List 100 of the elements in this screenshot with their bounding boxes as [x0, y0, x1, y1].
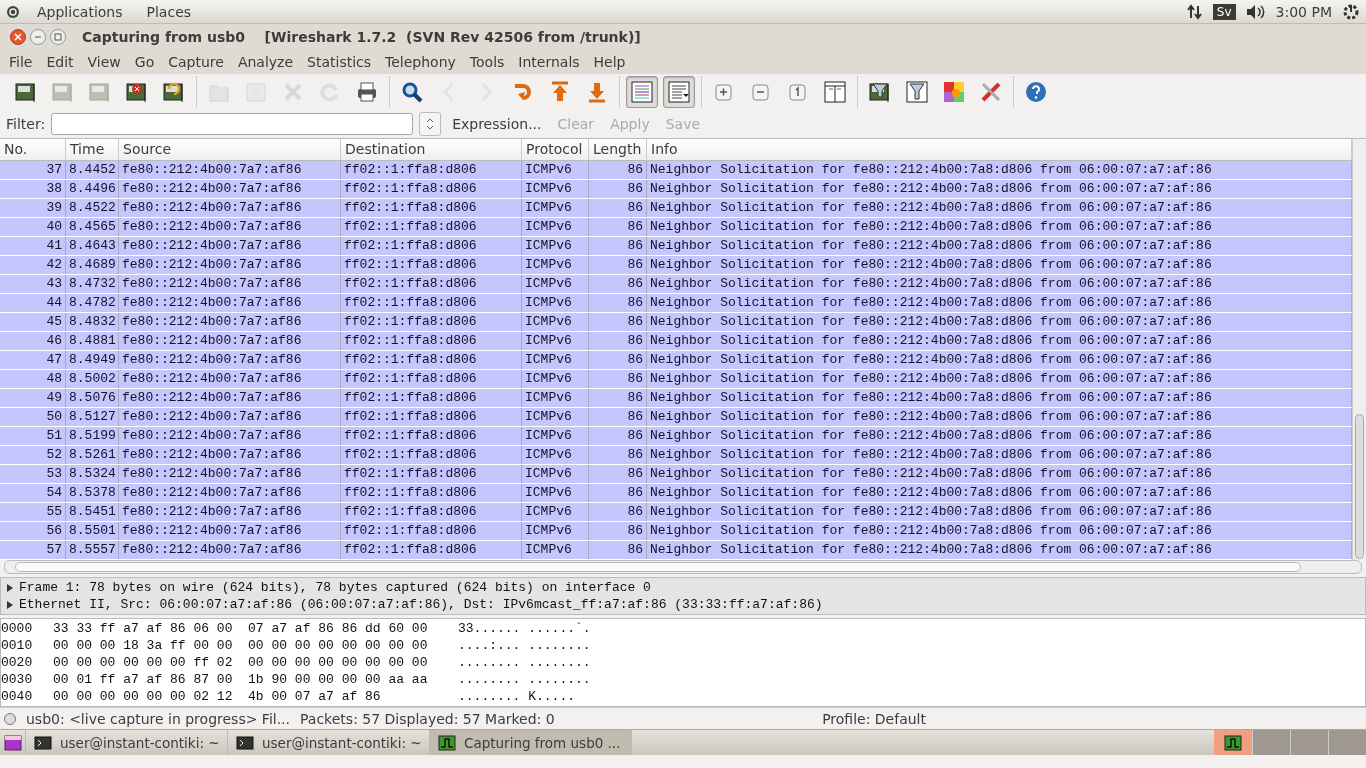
table-cell: ff02::1:ffa8:d806 [341, 199, 522, 217]
table-cell: fe80::212:4b00:7a7:af86 [119, 199, 341, 217]
menu-item[interactable]: View [80, 52, 128, 72]
table-cell: ICMPv6 [522, 332, 589, 350]
horizontal-scrollbar[interactable] [4, 560, 1362, 574]
network-arrows-icon[interactable] [1186, 3, 1203, 20]
capture-status-icon[interactable] [4, 712, 16, 725]
task-label: user@instant-contiki: ~ [60, 734, 220, 751]
table-cell: 44 [0, 294, 66, 312]
column-header[interactable]: Source [119, 139, 341, 160]
volume-icon[interactable] [1245, 3, 1266, 20]
panel-menu[interactable]: Places [139, 1, 199, 22]
table-cell: 8.4452 [66, 161, 119, 179]
expander-icon[interactable] [5, 582, 15, 593]
table-cell: 8.4881 [66, 332, 119, 350]
hex-bytes: 33 33 ff a7 af 86 06 00 07 a7 af 86 86 dd 60 00 [53, 621, 429, 636]
detail-line[interactable]: Frame 1: 78 bytes on wire (624 bits), 78 bytes captured (624 bits) on interface 0 [19, 580, 651, 595]
column-header[interactable]: Destination [341, 139, 522, 160]
table-cell: ICMPv6 [522, 503, 589, 521]
taskbar-button[interactable]: user@instant-contiki: ~ [228, 730, 430, 755]
keyboard-layout-indicator[interactable]: Sv [1212, 3, 1236, 20]
table-cell: 86 [589, 180, 647, 198]
table-cell: 86 [589, 522, 647, 540]
funnel-card-icon [868, 80, 892, 104]
table-cell: 86 [589, 484, 647, 502]
taskbar-button[interactable]: Capturing from usb0 ... [430, 730, 632, 755]
task-label: Capturing from usb0 ... [464, 734, 621, 751]
detail-line[interactable]: Ethernet II, Src: 06:00:07:a7:af:86 (06:00:07:a7:af:86), Dst: IPv6mcast_ff:a7:af:86 (33:33:ff:a7:af:86) [19, 597, 823, 612]
table-cell: ff02::1:ffa8:d806 [341, 465, 522, 483]
workspace-switcher[interactable] [1328, 730, 1366, 755]
table-cell: 56 [0, 522, 66, 540]
table-cell: ICMPv6 [522, 370, 589, 388]
clock[interactable]: 3:00 PM [1275, 3, 1332, 20]
column-header[interactable]: No. [0, 139, 66, 160]
table-cell: 48 [0, 370, 66, 388]
print-icon [355, 80, 379, 104]
column-header[interactable]: Protocol [522, 139, 589, 160]
table-cell: 86 [589, 218, 647, 236]
expander-icon[interactable] [5, 599, 15, 610]
table-cell: fe80::212:4b00:7a7:af86 [119, 522, 341, 540]
tray-indicator[interactable] [1214, 730, 1252, 755]
minimize-icon [34, 33, 42, 41]
close-button[interactable] [10, 29, 26, 45]
waveform-icon [438, 734, 456, 751]
filter-history-dropdown[interactable] [419, 112, 442, 136]
menu-item[interactable]: Edit [39, 52, 81, 72]
table-cell: ff02::1:ffa8:d806 [341, 541, 522, 559]
hex-bytes: 00 00 00 18 3a ff 00 00 00 00 00 00 00 00 00 00 [53, 638, 429, 653]
table-cell: 86 [589, 294, 647, 312]
table-cell: ICMPv6 [522, 446, 589, 464]
filter-input-field[interactable] [51, 113, 414, 135]
menu-item[interactable]: Capture [161, 52, 231, 72]
table-cell: 8.5451 [66, 503, 119, 521]
table-cell: ff02::1:ffa8:d806 [341, 332, 522, 350]
help-icon [1024, 80, 1048, 104]
table-cell: 42 [0, 256, 66, 274]
table-cell: 86 [589, 313, 647, 331]
maximize-button[interactable] [50, 29, 66, 45]
filter-action-button[interactable]: Expression... [447, 116, 547, 132]
show-desktop-icon[interactable] [3, 734, 22, 751]
ascii-bytes: 33...... ......`. [458, 621, 591, 636]
menu-item[interactable]: Internals [511, 52, 587, 72]
menu-item[interactable]: Help [586, 52, 633, 72]
panel-menu[interactable]: Applications [30, 1, 130, 22]
menu-item[interactable]: Analyze [230, 52, 301, 72]
table-cell: 8.5199 [66, 427, 119, 445]
table-cell: 8.5002 [66, 370, 119, 388]
profile-text[interactable]: Profile: Default [822, 710, 926, 727]
vertical-scrollbar[interactable] [1352, 139, 1366, 560]
table-cell: ICMPv6 [522, 199, 589, 217]
minimize-button[interactable] [30, 29, 46, 45]
menu-item[interactable]: Telephony [378, 52, 463, 72]
menu-item[interactable]: Go [127, 52, 162, 72]
column-header[interactable]: Time [66, 139, 119, 160]
column-header[interactable]: Length [589, 139, 647, 160]
terminal-icon [236, 735, 254, 750]
workspace-switcher[interactable] [1252, 730, 1290, 755]
table-cell: 43 [0, 275, 66, 293]
taskbar-button[interactable]: user@instant-contiki: ~ [26, 730, 228, 755]
table-cell: fe80::212:4b00:7a7:af86 [119, 313, 341, 331]
close-icon [14, 33, 22, 41]
table-cell: 55 [0, 503, 66, 521]
table-cell: ICMPv6 [522, 218, 589, 236]
menu-item[interactable]: Statistics [300, 52, 379, 72]
task-label: user@instant-contiki: ~ [262, 734, 422, 751]
table-cell: 86 [589, 199, 647, 217]
workspace-switcher[interactable] [1290, 730, 1328, 755]
table-cell: fe80::212:4b00:7a7:af86 [119, 408, 341, 426]
table-cell: 8.4522 [66, 199, 119, 217]
colored-lines-icon [630, 80, 654, 104]
menu-item[interactable]: File [2, 52, 40, 72]
funnel-icon [905, 80, 929, 104]
menu-item[interactable]: Tools [462, 52, 512, 72]
table-cell: 8.4949 [66, 351, 119, 369]
table-cell: ff02::1:ffa8:d806 [341, 161, 522, 179]
byte-offset: 0010 [1, 638, 34, 653]
table-cell: ff02::1:ffa8:d806 [341, 180, 522, 198]
color-palette-icon [942, 80, 966, 104]
table-cell: fe80::212:4b00:7a7:af86 [119, 218, 341, 236]
up-down-arrows-icon [426, 118, 435, 130]
